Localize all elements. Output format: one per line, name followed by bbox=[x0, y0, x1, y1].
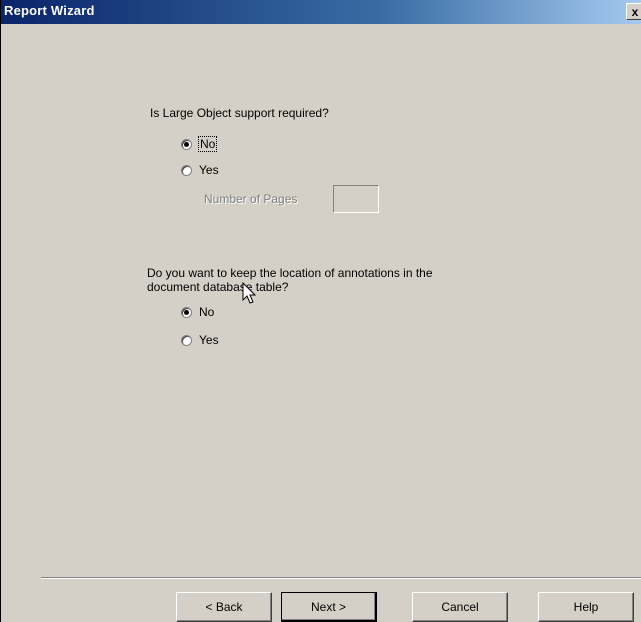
annotations-question-line1: Do you want to keep the location of anno… bbox=[147, 266, 433, 280]
close-icon: x bbox=[631, 4, 639, 19]
next-button[interactable]: Next > bbox=[281, 592, 377, 622]
number-of-pages-input[interactable] bbox=[333, 185, 379, 213]
lob-radio-yes-label: Yes bbox=[199, 163, 219, 177]
back-button[interactable]: < Back bbox=[176, 592, 272, 622]
lob-radio-no-label: No bbox=[197, 136, 218, 152]
footer-separator-highlight bbox=[41, 578, 641, 579]
annot-radio-yes[interactable]: Yes bbox=[181, 333, 219, 347]
radio-button[interactable] bbox=[181, 138, 192, 150]
annot-radio-yes-label: Yes bbox=[199, 333, 219, 347]
cancel-button[interactable]: Cancel bbox=[412, 592, 508, 622]
title-bar[interactable]: Report Wizard x bbox=[1, 0, 641, 24]
annot-radio-no-label: No bbox=[199, 305, 215, 319]
report-wizard-window: Report Wizard x Is Large Object support … bbox=[0, 0, 641, 622]
lob-radio-yes[interactable]: Yes bbox=[181, 163, 219, 177]
window-title: Report Wizard bbox=[4, 3, 95, 18]
radio-button[interactable] bbox=[181, 334, 192, 346]
annotations-question-line2: document database table? bbox=[147, 280, 289, 294]
help-button[interactable]: Help bbox=[538, 592, 634, 622]
radio-button[interactable] bbox=[181, 164, 192, 176]
lob-radio-no[interactable]: No bbox=[181, 136, 218, 152]
mouse-pointer-icon bbox=[242, 282, 257, 304]
radio-button[interactable] bbox=[181, 306, 192, 318]
annot-radio-no[interactable]: No bbox=[181, 305, 214, 319]
radio-selected-dot bbox=[184, 309, 189, 315]
large-object-question: Is Large Object support required? bbox=[150, 106, 329, 120]
number-of-pages-label: Number of Pages bbox=[204, 192, 298, 206]
radio-selected-dot bbox=[184, 141, 189, 147]
close-button[interactable]: x bbox=[626, 3, 641, 20]
